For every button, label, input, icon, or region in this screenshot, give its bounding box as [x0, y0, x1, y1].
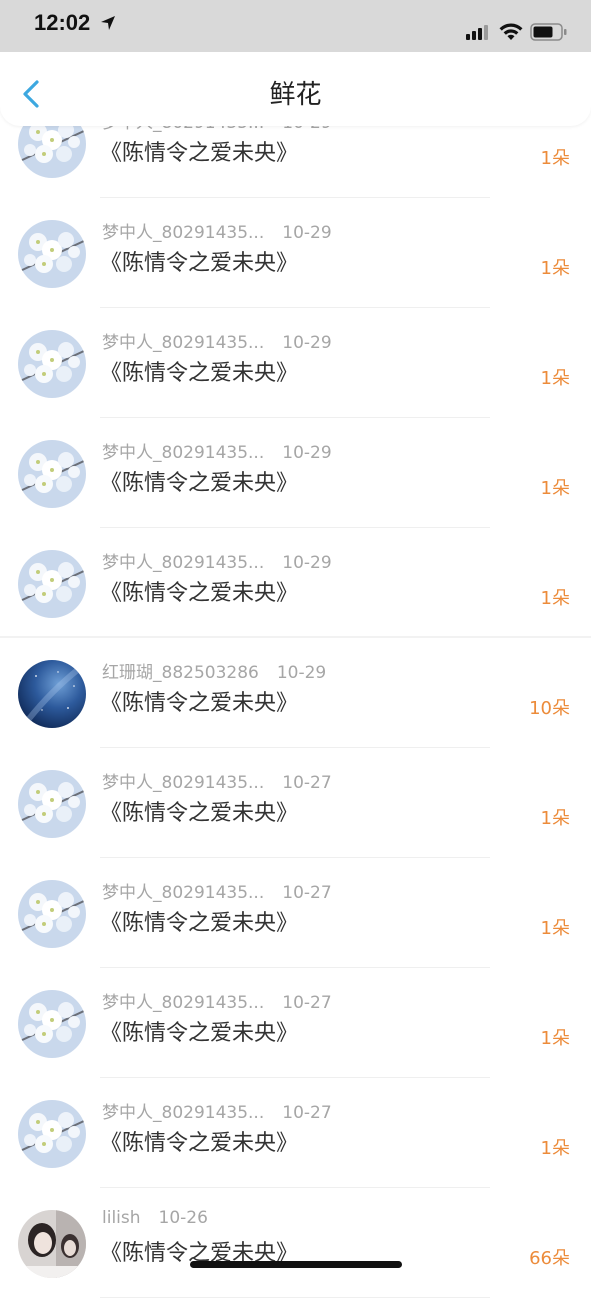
item-meta: 梦中人_80291435... 10-29 [102, 218, 332, 243]
user-name: 梦中人_80291435... [102, 1103, 265, 1123]
blossom-avatar-icon [18, 330, 86, 398]
user-name: 梦中人_80291435... [102, 883, 265, 903]
blossom-avatar-icon [18, 440, 86, 508]
item-meta: 梦中人_80291435... 10-27 [102, 988, 332, 1013]
user-avatar[interactable] [18, 770, 86, 838]
book-title: 《陈情令之爱未央》 [100, 471, 299, 496]
flower-count: 1朵 [540, 1138, 570, 1159]
item-date: 10-29 [282, 333, 332, 353]
item-meta: 梦中人_80291435... 10-27 [102, 768, 332, 793]
book-title: 《陈情令之爱未央》 [100, 911, 299, 936]
signal-icon [466, 25, 488, 40]
item-meta: 梦中人_80291435... 10-29 [102, 548, 332, 573]
book-title: 《陈情令之爱未央》 [100, 251, 299, 276]
item-meta: lilish 10-26 [102, 1208, 208, 1228]
status-bar: 12:02 [0, 0, 591, 52]
flower-count: 1朵 [540, 368, 570, 389]
user-name: 梦中人_80291435... [102, 773, 265, 793]
user-name: lilish [102, 1208, 141, 1228]
flower-count: 1朵 [540, 808, 570, 829]
list-item[interactable]: 梦中人_80291435... 10-29 《陈情令之爱未央》 1朵 [0, 418, 591, 528]
flower-count: 1朵 [540, 148, 570, 169]
user-avatar[interactable] [18, 220, 86, 288]
book-title: 《陈情令之爱未央》 [100, 581, 299, 606]
item-date: 10-27 [282, 1103, 332, 1123]
list-item[interactable]: 梦中人_80291435... 10-29 《陈情令之爱未央》 1朵 [0, 528, 591, 638]
flower-count: 1朵 [540, 588, 570, 609]
list-item[interactable]: 梦中人_80291435... 10-29 《陈情令之爱未央》 1朵 [0, 308, 591, 418]
item-date: 10-29 [282, 223, 332, 243]
book-title: 《陈情令之爱未央》 [100, 801, 299, 826]
user-avatar[interactable] [18, 1100, 86, 1168]
flower-count: 1朵 [540, 478, 570, 499]
galaxy-avatar-icon [18, 660, 86, 728]
list-item[interactable]: 梦中人_80291435... 10-27 《陈情令之爱未央》 1朵 [0, 748, 591, 858]
blossom-avatar-icon [18, 990, 86, 1058]
page-title: 鲜花 [269, 80, 322, 110]
home-indicator [190, 1261, 402, 1268]
item-meta: 梦中人_80291435... 10-27 [102, 1098, 332, 1123]
user-avatar[interactable] [18, 550, 86, 618]
item-date: 10-27 [282, 773, 332, 793]
wifi-icon [499, 23, 523, 40]
list-item[interactable]: 梦中人_80291435... 10-29 《陈情令之爱未央》 1朵 [0, 198, 591, 308]
book-title: 《陈情令之爱未央》 [100, 1131, 299, 1156]
item-date: 10-27 [282, 883, 332, 903]
status-time: 12:02 [34, 10, 91, 35]
user-avatar[interactable] [18, 660, 86, 728]
item-date: 10-26 [158, 1208, 208, 1228]
book-title: 《陈情令之爱未央》 [100, 361, 299, 386]
flower-count: 10朵 [529, 698, 570, 719]
blossom-avatar-icon [18, 880, 86, 948]
user-name: 梦中人_80291435... [102, 223, 265, 243]
user-avatar[interactable] [18, 440, 86, 508]
item-meta: 梦中人_80291435... 10-29 [102, 438, 332, 463]
item-meta: 红珊瑚_882503286 10-29 [102, 658, 326, 683]
book-title: 《陈情令之爱未央》 [100, 1021, 299, 1046]
user-avatar[interactable] [18, 880, 86, 948]
list-item[interactable]: 梦中人_80291435... 10-27 《陈情令之爱未央》 1朵 [0, 968, 591, 1078]
list-item[interactable]: lilish 10-26 《陈情令之爱未央》 66朵 [0, 1188, 591, 1298]
battery-icon [530, 23, 567, 41]
flower-count: 1朵 [540, 918, 570, 939]
blossom-avatar-icon [18, 550, 86, 618]
list-item[interactable]: 红珊瑚_882503286 10-29 《陈情令之爱未央》 10朵 [0, 638, 591, 748]
user-name: 梦中人_80291435... [102, 993, 265, 1013]
portrait-avatar-icon [18, 1210, 86, 1278]
blossom-avatar-icon [18, 1100, 86, 1168]
item-date: 10-27 [282, 993, 332, 1013]
item-meta: 梦中人_80291435... 10-27 [102, 878, 332, 903]
user-avatar[interactable] [18, 990, 86, 1058]
flower-count: 1朵 [540, 258, 570, 279]
blossom-avatar-icon [18, 220, 86, 288]
list-item[interactable]: 梦中人_80291435... 10-27 《陈情令之爱未央》 1朵 [0, 1078, 591, 1188]
flower-list[interactable]: 梦中人_80291435... 10-29 《陈情令之爱未央》 1朵 梦中人_80… [0, 88, 591, 1298]
user-name: 梦中人_80291435... [102, 333, 265, 353]
user-name: 红珊瑚_882503286 [102, 663, 259, 683]
user-avatar[interactable] [18, 330, 86, 398]
nav-bar: 鲜花 [0, 52, 591, 126]
location-arrow-icon [101, 16, 115, 30]
book-title: 《陈情令之爱未央》 [100, 691, 299, 716]
user-name: 梦中人_80291435... [102, 553, 265, 573]
blossom-avatar-icon [18, 770, 86, 838]
item-date: 10-29 [282, 443, 332, 463]
item-meta: 梦中人_80291435... 10-29 [102, 328, 332, 353]
user-avatar[interactable] [18, 1210, 86, 1278]
user-name: 梦中人_80291435... [102, 443, 265, 463]
flower-count: 66朵 [529, 1248, 570, 1269]
item-date: 10-29 [282, 553, 332, 573]
list-item[interactable]: 梦中人_80291435... 10-27 《陈情令之爱未央》 1朵 [0, 858, 591, 968]
book-title: 《陈情令之爱未央》 [100, 141, 299, 166]
flower-count: 1朵 [540, 1028, 570, 1049]
item-date: 10-29 [276, 663, 327, 683]
